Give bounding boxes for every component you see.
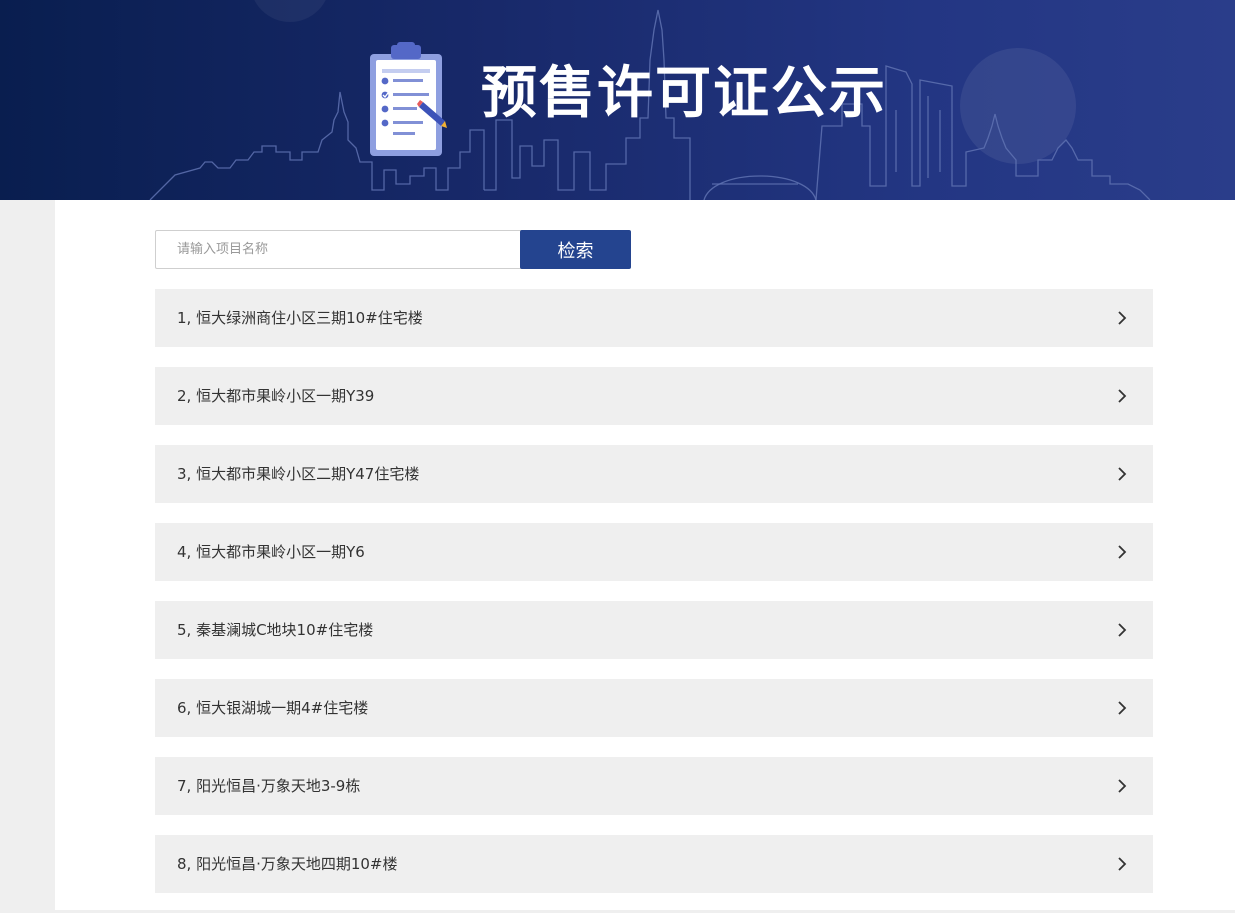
header-banner: 预售许可证公示 bbox=[0, 0, 1235, 200]
list-item-label: 6, 恒大银湖城一期4#住宅楼 bbox=[177, 699, 369, 717]
clipboard-checklist-icon bbox=[370, 42, 447, 156]
list-item[interactable]: 1, 恒大绿洲商住小区三期10#住宅楼 bbox=[155, 289, 1153, 347]
main-content: 检索 1, 恒大绿洲商住小区三期10#住宅楼 2, 恒大都市果岭小区一期Y39 … bbox=[55, 200, 1235, 910]
chevron-right-icon bbox=[1118, 623, 1127, 637]
list-item[interactable]: 5, 秦基澜城C地块10#住宅楼 bbox=[155, 601, 1153, 659]
chevron-right-icon bbox=[1118, 701, 1127, 715]
page-title: 预售许可证公示 bbox=[481, 61, 887, 126]
chevron-right-icon bbox=[1118, 857, 1127, 871]
chevron-right-icon bbox=[1118, 779, 1127, 793]
list-item[interactable]: 6, 恒大银湖城一期4#住宅楼 bbox=[155, 679, 1153, 737]
list-item[interactable]: 7, 阳光恒昌·万象天地3-9栋 bbox=[155, 757, 1153, 815]
list-item-label: 1, 恒大绿洲商住小区三期10#住宅楼 bbox=[177, 309, 423, 327]
list-item-label: 5, 秦基澜城C地块10#住宅楼 bbox=[177, 621, 374, 639]
list-item-label: 7, 阳光恒昌·万象天地3-9栋 bbox=[177, 777, 361, 795]
list-item-label: 3, 恒大都市果岭小区二期Y47住宅楼 bbox=[177, 465, 420, 483]
chevron-right-icon bbox=[1118, 545, 1127, 559]
list-item[interactable]: 3, 恒大都市果岭小区二期Y47住宅楼 bbox=[155, 445, 1153, 503]
list-item-label: 2, 恒大都市果岭小区一期Y39 bbox=[177, 387, 375, 405]
search-button[interactable]: 检索 bbox=[520, 230, 631, 269]
list-item-label: 8, 阳光恒昌·万象天地四期10#楼 bbox=[177, 855, 398, 873]
list-item-label: 4, 恒大都市果岭小区一期Y6 bbox=[177, 543, 365, 561]
search-input[interactable] bbox=[155, 230, 526, 269]
list-item[interactable]: 2, 恒大都市果岭小区一期Y39 bbox=[155, 367, 1153, 425]
list-item[interactable]: 4, 恒大都市果岭小区一期Y6 bbox=[155, 523, 1153, 581]
project-list: 1, 恒大绿洲商住小区三期10#住宅楼 2, 恒大都市果岭小区一期Y39 3, … bbox=[155, 289, 1153, 913]
list-item[interactable]: 8, 阳光恒昌·万象天地四期10#楼 bbox=[155, 835, 1153, 893]
chevron-right-icon bbox=[1118, 311, 1127, 325]
chevron-right-icon bbox=[1118, 389, 1127, 403]
chevron-right-icon bbox=[1118, 467, 1127, 481]
